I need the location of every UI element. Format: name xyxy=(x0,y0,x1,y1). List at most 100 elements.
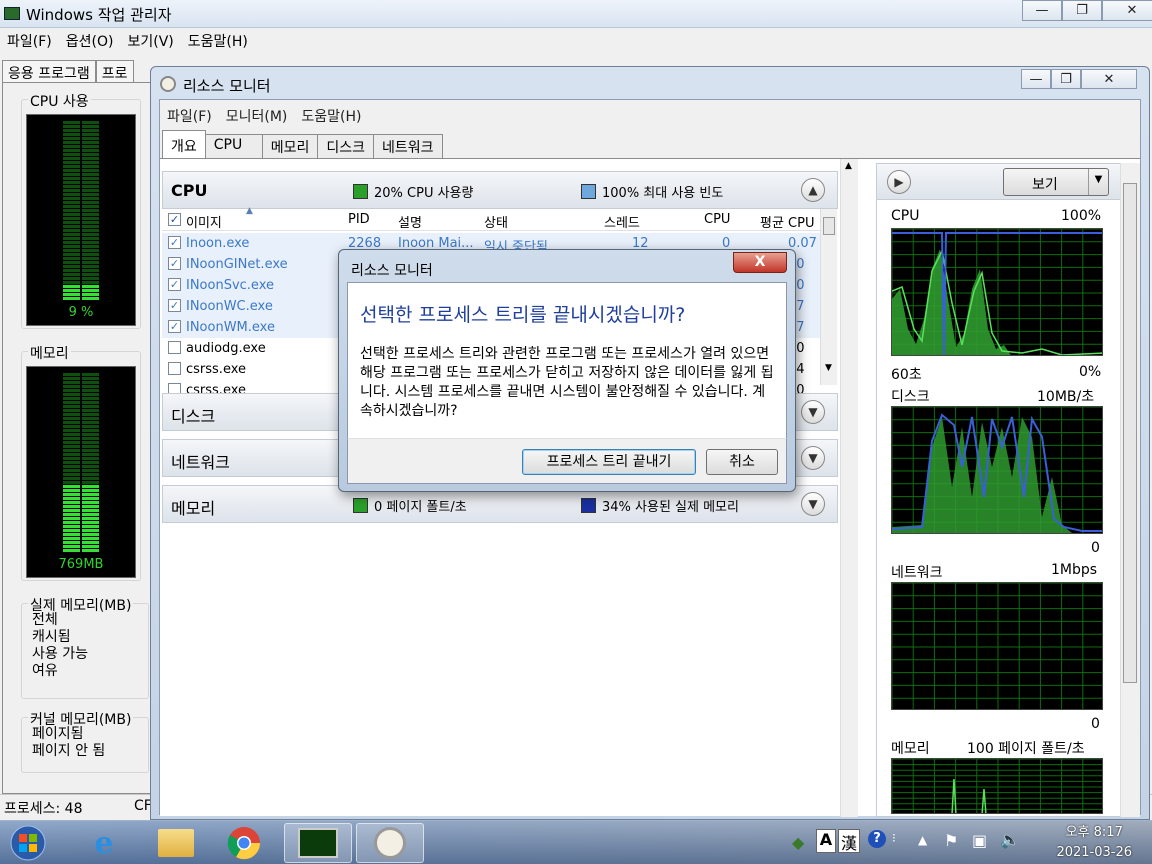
memory-meter-segment xyxy=(82,409,99,412)
memory-meter-segment xyxy=(82,457,99,460)
tab-overview[interactable]: 개요 xyxy=(162,130,206,158)
start-button[interactable] xyxy=(0,823,56,863)
disk-graph-plot xyxy=(892,407,1102,533)
end-process-tree-button[interactable]: 프로세스 트리 끝내기 xyxy=(522,449,696,475)
process-checkbox[interactable]: ✓ xyxy=(168,257,181,270)
process-checkbox[interactable]: ✓ xyxy=(168,278,181,291)
network-graph-plot xyxy=(892,583,1102,709)
dialog-close-button[interactable]: X xyxy=(733,252,787,273)
memory-meter-segment xyxy=(63,513,80,516)
cpu-meter-segment xyxy=(82,221,99,224)
hanja-button[interactable]: 漢 xyxy=(838,829,860,853)
column-description[interactable]: 설명 xyxy=(398,212,422,231)
process-checkbox[interactable] xyxy=(168,341,181,354)
rm-menu-file[interactable]: 파일(F) xyxy=(160,104,219,128)
rm-menu-help[interactable]: 도움말(H) xyxy=(294,104,368,128)
menu-file[interactable]: 파일(F) xyxy=(0,29,59,51)
minimize-button[interactable]: — xyxy=(1022,0,1062,21)
language-bar-icon[interactable]: ◆ xyxy=(792,833,804,852)
memory-meter-segment xyxy=(82,381,99,384)
graph-panel-scrollbar[interactable] xyxy=(1120,163,1140,817)
process-table-header: ✓ 이미지 ▲ PID 설명 상태 스레드 CPU 평균 CPU xyxy=(162,206,822,231)
cpu-meter-segment xyxy=(82,149,99,152)
menu-view[interactable]: 보기(V) xyxy=(120,29,180,51)
cpu-meter-segment xyxy=(82,169,99,172)
memory-meter-segment xyxy=(82,517,99,520)
cpu-meter-segment xyxy=(82,245,99,248)
cpu-graph xyxy=(891,228,1103,356)
memory-meter-segment xyxy=(82,469,99,472)
column-avg-cpu[interactable]: 평균 CPU xyxy=(760,212,814,231)
column-threads[interactable]: 스레드 xyxy=(604,212,640,231)
process-scroll-thumb[interactable] xyxy=(823,217,835,235)
memory-meter-segment xyxy=(82,377,99,380)
restore-button[interactable]: ❐ xyxy=(1062,0,1102,21)
tab-disk[interactable]: 디스크 xyxy=(317,134,375,158)
rm-close-button[interactable]: ✕ xyxy=(1081,69,1137,89)
column-cpu[interactable]: CPU xyxy=(704,212,730,227)
cpu-section-collapse-button[interactable]: ▲ xyxy=(801,178,825,202)
column-pid[interactable]: PID xyxy=(348,212,370,227)
cpu-meter-segment xyxy=(63,229,80,232)
taskbar-resource-monitor[interactable] xyxy=(356,823,424,863)
cancel-button[interactable]: 취소 xyxy=(706,449,778,475)
menu-options[interactable]: 옵션(O) xyxy=(59,29,121,51)
scroll-up-icon[interactable]: ▲ xyxy=(845,161,852,171)
memory-graph-title: 메모리 xyxy=(891,741,930,757)
graph-panel-toggle-button[interactable]: ▶ xyxy=(887,170,911,194)
taskbar-file-explorer[interactable] xyxy=(146,823,206,863)
process-checkbox[interactable]: ✓ xyxy=(168,299,181,312)
memory-meter-segment xyxy=(63,401,80,404)
memory-meter-segment xyxy=(82,437,99,440)
process-checkbox[interactable] xyxy=(168,362,181,375)
memory-meter-segment xyxy=(82,421,99,424)
memory-meter-segment xyxy=(82,497,99,500)
memory-meter-segment xyxy=(63,549,80,552)
tab-processes[interactable]: 프로 xyxy=(95,60,134,82)
close-button[interactable]: ✕ xyxy=(1102,0,1152,21)
rm-restore-button[interactable]: ❐ xyxy=(1051,69,1081,89)
select-all-checkbox[interactable]: ✓ xyxy=(168,213,181,226)
graph-scroll-thumb[interactable] xyxy=(1123,183,1137,683)
memory-meter-segment xyxy=(82,533,99,536)
view-dropdown-button[interactable]: 보기 ▼ xyxy=(1003,168,1109,196)
disk-section-expand-button[interactable]: ▼ xyxy=(801,400,825,424)
taskbar-chrome[interactable] xyxy=(214,823,274,863)
cpu-section-header[interactable]: CPU 20% CPU 사용량 100% 최대 사용 빈도 ▲ xyxy=(162,171,838,209)
memory-meter-segment xyxy=(82,413,99,416)
tab-cpu[interactable]: CPU xyxy=(204,134,263,158)
process-checkbox[interactable]: ✓ xyxy=(168,320,181,333)
scroll-down-icon[interactable]: ▼ xyxy=(825,363,832,373)
column-status[interactable]: 상태 xyxy=(484,212,508,231)
volume-icon[interactable]: 🔈 xyxy=(1000,830,1020,849)
process-image: INoonWM.exe xyxy=(186,320,275,335)
show-hidden-icons-icon[interactable]: ▲ xyxy=(918,833,927,847)
ime-mode-button[interactable]: A xyxy=(816,829,836,853)
help-icon[interactable]: ? xyxy=(868,830,886,848)
action-center-flag-icon[interactable]: ⚑ xyxy=(944,831,958,850)
cpu-meter-segment xyxy=(63,233,80,236)
taskbar-task-manager[interactable] xyxy=(284,823,352,863)
network-section-expand-button[interactable]: ▼ xyxy=(801,446,825,470)
memory-meter-segment xyxy=(82,501,99,504)
tab-applications[interactable]: 응용 프로그램 xyxy=(2,60,96,82)
memory-section-expand-button[interactable]: ▼ xyxy=(801,492,825,516)
process-table-scrollbar[interactable]: ▼ xyxy=(820,209,837,385)
tab-network[interactable]: 네트워크 xyxy=(373,134,443,158)
task-manager-title-bar[interactable]: Windows 작업 관리자 — ❐ ✕ xyxy=(0,0,1152,28)
taskbar-internet-explorer[interactable]: e xyxy=(74,823,134,863)
cpu-meter-segment xyxy=(82,241,99,244)
rm-menu-monitor[interactable]: 모니터(M) xyxy=(219,104,295,128)
rm-minimize-button[interactable]: — xyxy=(1021,69,1051,89)
cpu-meter-segment xyxy=(82,281,99,284)
column-image[interactable]: 이미지 xyxy=(186,212,222,231)
network-icon[interactable]: ▣ xyxy=(972,831,987,850)
memory-used-indicator: 34% 사용된 실제 메모리 xyxy=(602,500,739,515)
ime-options-icon[interactable]: ⁝ xyxy=(892,831,896,845)
clock[interactable]: 오후 8:17 2021-03-26 xyxy=(1056,823,1132,863)
tab-memory[interactable]: 메모리 xyxy=(261,134,319,158)
process-checkbox[interactable]: ✓ xyxy=(168,236,181,249)
overview-scrollbar[interactable]: ▲ xyxy=(840,159,858,817)
cpu-meter-segment xyxy=(63,209,80,212)
menu-help[interactable]: 도움말(H) xyxy=(181,29,255,51)
